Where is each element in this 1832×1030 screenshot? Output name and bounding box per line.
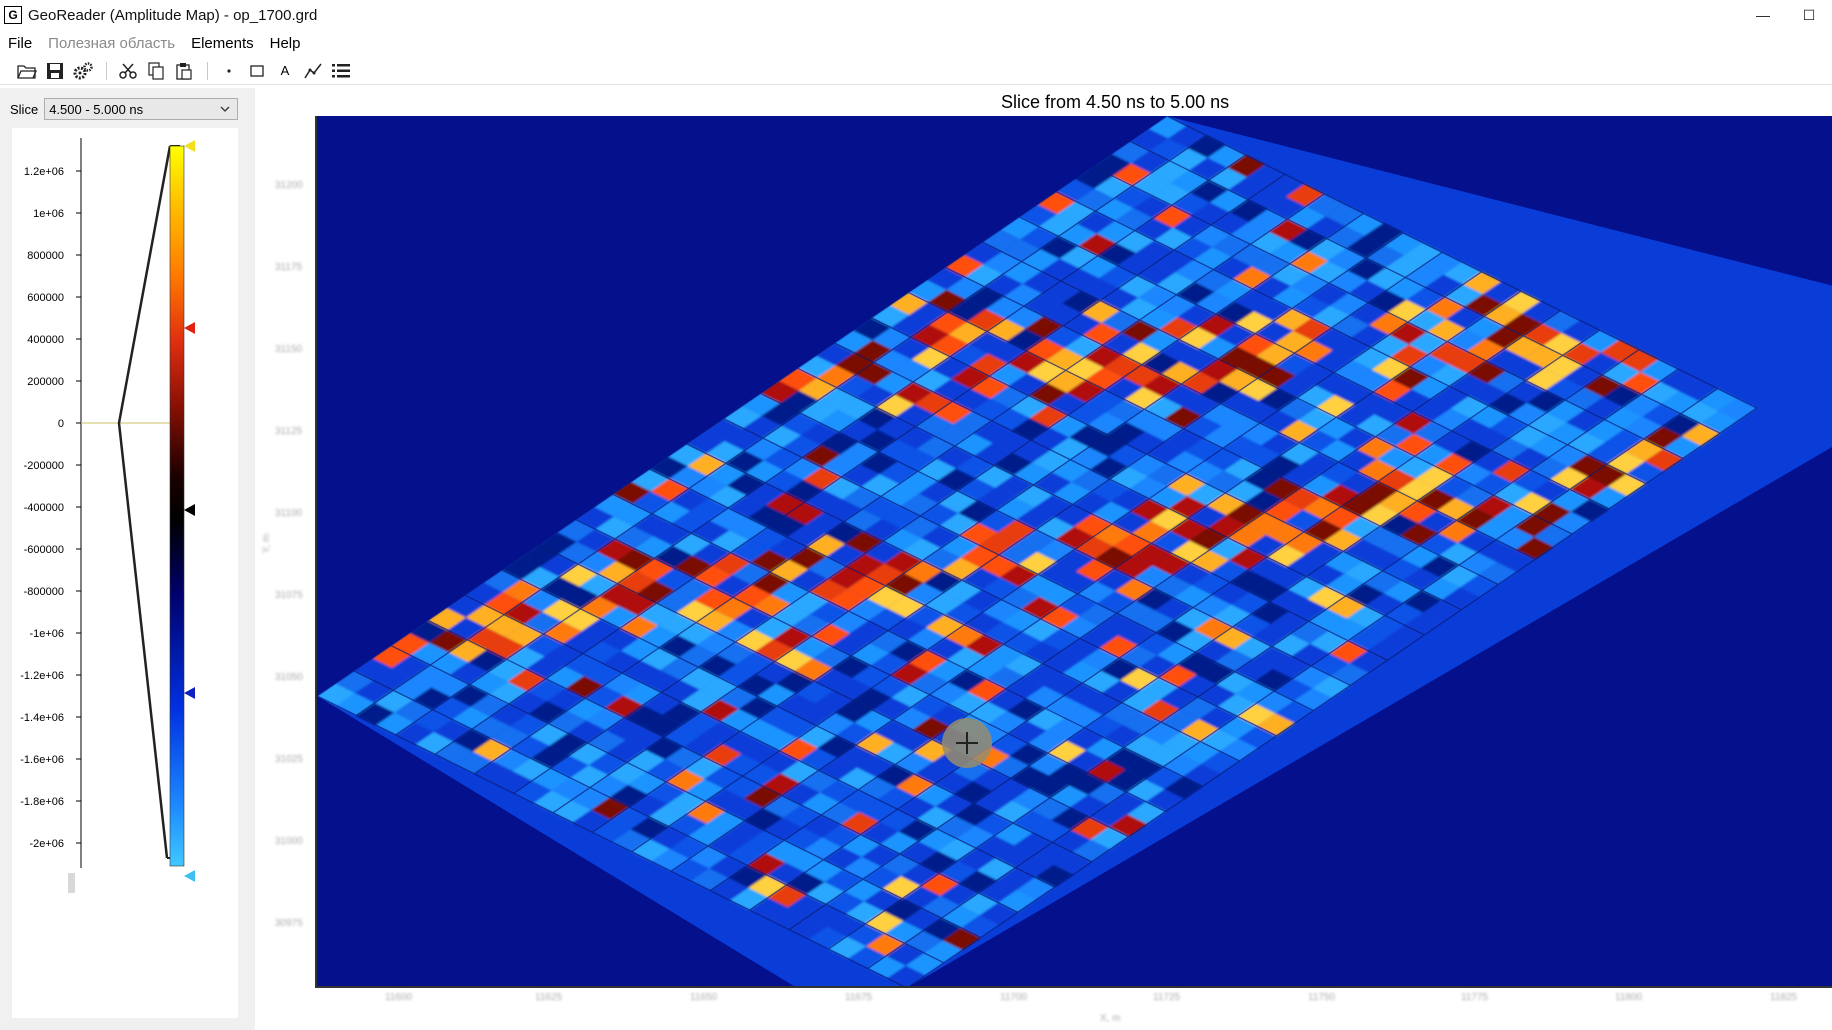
menu-bar: File Полезная область Elements Help xyxy=(0,32,1832,54)
x-tick: 11625 xyxy=(535,992,563,1003)
y-tick: 31200 xyxy=(275,180,303,191)
x-tick: 11675 xyxy=(845,992,873,1003)
color-bar xyxy=(169,145,185,867)
x-tick: 11750 xyxy=(1308,992,1336,1003)
menu-elements[interactable]: Elements xyxy=(183,35,262,52)
palette-tick-label: -1.4e+06 xyxy=(20,712,64,724)
window-controls: — ☐ xyxy=(1740,0,1832,30)
minimize-button[interactable]: — xyxy=(1740,0,1786,30)
y-tick: 31175 xyxy=(275,262,303,273)
palette-tick-label: 400000 xyxy=(27,334,64,346)
slice-row: Slice 4.500 - 5.000 ns xyxy=(10,98,239,120)
palette-tick-label: -1e+06 xyxy=(29,628,64,640)
y-tick: 31125 xyxy=(275,426,303,437)
transfer-curve[interactable] xyxy=(117,145,172,859)
toolbar-separator xyxy=(207,61,208,80)
app-icon: G xyxy=(4,6,22,24)
menu-useful-area[interactable]: Полезная область xyxy=(40,35,183,52)
y-axis-label: Y, m xyxy=(261,533,273,554)
y-tick: 31150 xyxy=(275,344,303,355)
y-tick: 31075 xyxy=(275,590,303,601)
copy-icon[interactable] xyxy=(143,59,169,83)
paste-icon[interactable] xyxy=(171,59,197,83)
y-tick: 31025 xyxy=(275,754,303,765)
y-tick: 31050 xyxy=(275,672,303,683)
open-folder-icon[interactable] xyxy=(14,59,40,83)
x-tick: 11825 xyxy=(1770,992,1798,1003)
x-tick: 11700 xyxy=(1000,992,1028,1003)
x-tick: 11650 xyxy=(690,992,718,1003)
list-icon[interactable] xyxy=(328,59,354,83)
palette-tick-label: -2e+06 xyxy=(29,838,64,850)
x-tick: 11775 xyxy=(1461,992,1489,1003)
amplitude-map-svg xyxy=(317,116,1832,986)
x-axis-ticks: 11600 11625 11650 11675 11700 11725 1175… xyxy=(315,990,1832,1010)
x-tick: 11725 xyxy=(1153,992,1181,1003)
maximize-button[interactable]: ☐ xyxy=(1786,0,1832,30)
palette-tick-label: 600000 xyxy=(27,292,64,304)
palette-tick-label: -1.6e+06 xyxy=(20,754,64,766)
x-axis-label: X, m xyxy=(1100,1013,1121,1024)
palette-tick-label: 800000 xyxy=(27,250,64,262)
slice-selected-value: 4.500 - 5.000 ns xyxy=(49,101,144,117)
left-panel: Slice 4.500 - 5.000 ns 1.2e+06 1e+06 800… xyxy=(0,88,255,1030)
plot-area: Slice from 4.50 ns to 5.00 ns Y, m 31200… xyxy=(255,88,1832,1030)
palette-tick-label: -400000 xyxy=(24,502,64,514)
palette-tick-label: -200000 xyxy=(24,460,64,472)
palette-tick-label: -1.2e+06 xyxy=(20,670,64,682)
save-icon[interactable] xyxy=(42,59,68,83)
polyline-tool-icon[interactable] xyxy=(300,59,326,83)
text-tool-icon[interactable]: A xyxy=(272,59,298,83)
point-tool-icon[interactable] xyxy=(216,59,242,83)
marker-lower[interactable] xyxy=(184,687,195,699)
palette-tick-label: 1e+06 xyxy=(33,208,64,220)
palette-tick-label: -600000 xyxy=(24,544,64,556)
marker-bottom[interactable] xyxy=(184,870,195,882)
chevron-down-icon xyxy=(220,106,230,112)
toolbar-separator xyxy=(106,61,107,80)
palette-tick-label: 200000 xyxy=(27,376,64,388)
menu-file[interactable]: File xyxy=(0,35,40,52)
slice-label: Slice xyxy=(10,101,39,117)
palette-tick-label: -800000 xyxy=(24,586,64,598)
palette-tick-label: 1.2e+06 xyxy=(24,166,64,178)
plot-title: Slice from 4.50 ns to 5.00 ns xyxy=(1001,92,1230,112)
amplitude-map[interactable] xyxy=(315,116,1832,988)
toolbar: A xyxy=(0,57,1832,85)
palette-tick-label: 0 xyxy=(58,418,64,430)
palette-panel: 1.2e+06 1e+06 800000 600000 400000 200000 0 -20… xyxy=(12,128,238,1018)
palette-editor[interactable]: 1.2e+06 1e+06 800000 600000 400000 200000 0 -20… xyxy=(12,128,238,1018)
menu-help[interactable]: Help xyxy=(262,35,309,52)
slice-select[interactable]: 4.500 - 5.000 ns xyxy=(44,98,239,120)
y-tick: 30975 xyxy=(275,918,303,929)
settings-icon[interactable] xyxy=(70,59,96,83)
x-tick: 11600 xyxy=(385,992,413,1003)
marker-top[interactable] xyxy=(184,140,195,152)
window-title: GeoReader (Amplitude Map) - op_1700.grd xyxy=(28,6,318,24)
palette-tick-label: -1.8e+06 xyxy=(20,796,64,808)
cut-icon[interactable] xyxy=(115,59,141,83)
marker-upper[interactable] xyxy=(184,322,195,334)
rectangle-tool-icon[interactable] xyxy=(244,59,270,83)
palette-scroll-stub xyxy=(68,873,75,893)
x-tick: 11800 xyxy=(1615,992,1643,1003)
y-tick: 31100 xyxy=(275,508,303,519)
title-bar: G GeoReader (Amplitude Map) - op_1700.gr… xyxy=(0,0,1832,30)
y-tick: 31000 xyxy=(275,836,303,847)
crosshair-cursor-icon xyxy=(942,718,992,768)
marker-middle[interactable] xyxy=(184,504,195,516)
